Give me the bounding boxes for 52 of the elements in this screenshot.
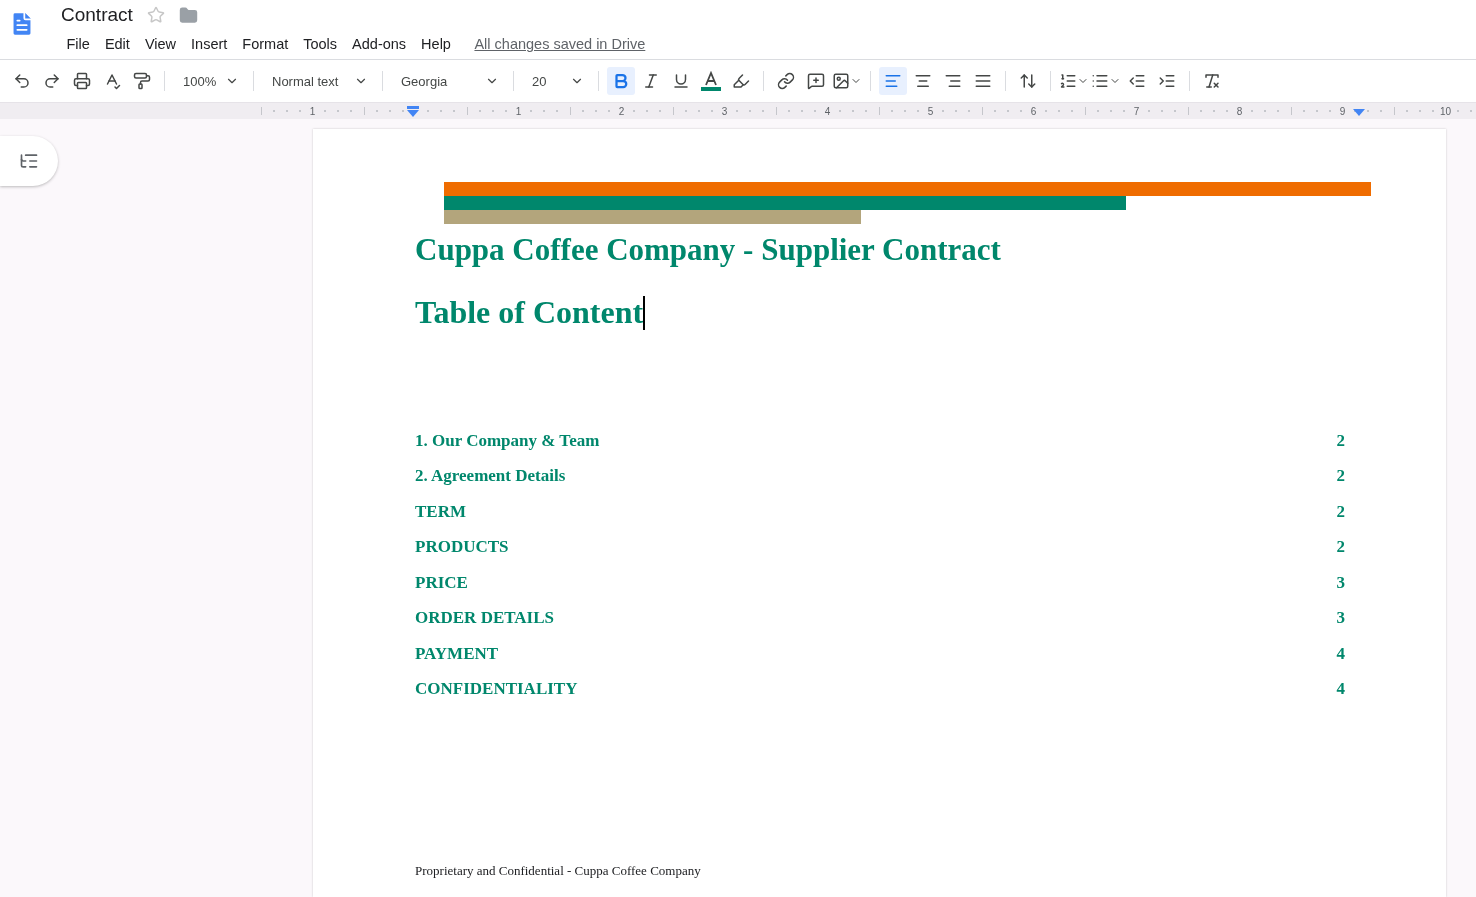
ruler-number: 6 [1030, 105, 1037, 117]
menu-item[interactable]: Tools [295, 36, 345, 52]
text-cursor [643, 295, 646, 330]
ruler-number: 1 [515, 105, 522, 117]
menu-item[interactable]: Format [234, 36, 296, 52]
ruler-number: 7 [1133, 105, 1140, 117]
align-left-icon[interactable] [879, 67, 907, 95]
toc-entry-link[interactable]: PRODUCTS [415, 537, 509, 558]
toc-page-number: 4 [1336, 643, 1345, 664]
menu-item[interactable]: Help [413, 36, 459, 52]
toc-entry-link[interactable]: 1. Our Company & Team [415, 430, 600, 451]
ruler-number: 1 [309, 105, 316, 117]
toc-entry-link[interactable]: ORDER DETAILS [415, 608, 555, 629]
ruler-number: 2 [618, 105, 625, 117]
menu-item[interactable]: Add-ons [344, 36, 414, 52]
toc-page-number: 3 [1336, 572, 1345, 593]
save-status-link[interactable]: All changes saved in Drive [474, 36, 646, 52]
outline-icon[interactable] [19, 151, 39, 171]
menu-item[interactable]: Insert [183, 36, 235, 52]
ruler-number: 5 [927, 105, 934, 117]
toc-page-number: 2 [1336, 466, 1345, 487]
star-icon[interactable] [146, 6, 165, 24]
style-dropdown[interactable]: Normal text [262, 67, 374, 95]
toc-page-number: 2 [1336, 430, 1345, 451]
menu-item[interactable]: Edit [97, 36, 138, 52]
zoom-dropdown[interactable]: 100% [173, 67, 245, 95]
toc-entry-link[interactable]: PAYMENT [415, 643, 499, 664]
menu-item[interactable]: View [137, 36, 184, 52]
menu-item[interactable]: File [59, 36, 98, 52]
ruler-number: 9 [1339, 105, 1346, 117]
toc-page-number: 3 [1336, 608, 1345, 629]
document-title[interactable]: Contract [61, 4, 133, 26]
bold-icon[interactable] [607, 67, 635, 95]
toc-heading: Table of Content [415, 294, 644, 331]
ruler-number: 8 [1236, 105, 1243, 117]
toc-entry-link[interactable]: 2. Agreement Details [415, 466, 566, 487]
toc-entry-link[interactable]: TERM [415, 501, 466, 522]
toc-page-number: 2 [1336, 537, 1345, 558]
page-footer: Proprietary and Confidential - Cuppa Coffee Company [415, 863, 1446, 879]
toc-entry-link[interactable]: PRICE [415, 572, 468, 593]
toc-page-number: 4 [1336, 679, 1345, 700]
folder-icon[interactable] [178, 5, 198, 25]
font-dropdown[interactable]: Georgia [391, 67, 505, 95]
ruler-number: 10 [1439, 105, 1452, 117]
toc-entry-link[interactable]: CONFIDENTIALITY [415, 679, 578, 700]
document-heading: Cuppa Coffee Company - Supplier Contract [415, 232, 1002, 268]
ruler-number: 3 [721, 105, 728, 117]
ruler-number: 4 [824, 105, 831, 117]
toc-page-number: 2 [1336, 501, 1345, 522]
indent-marker-icon[interactable] [406, 106, 420, 118]
font-size-dropdown[interactable]: 20 [522, 67, 590, 95]
outline-button[interactable] [0, 136, 58, 186]
